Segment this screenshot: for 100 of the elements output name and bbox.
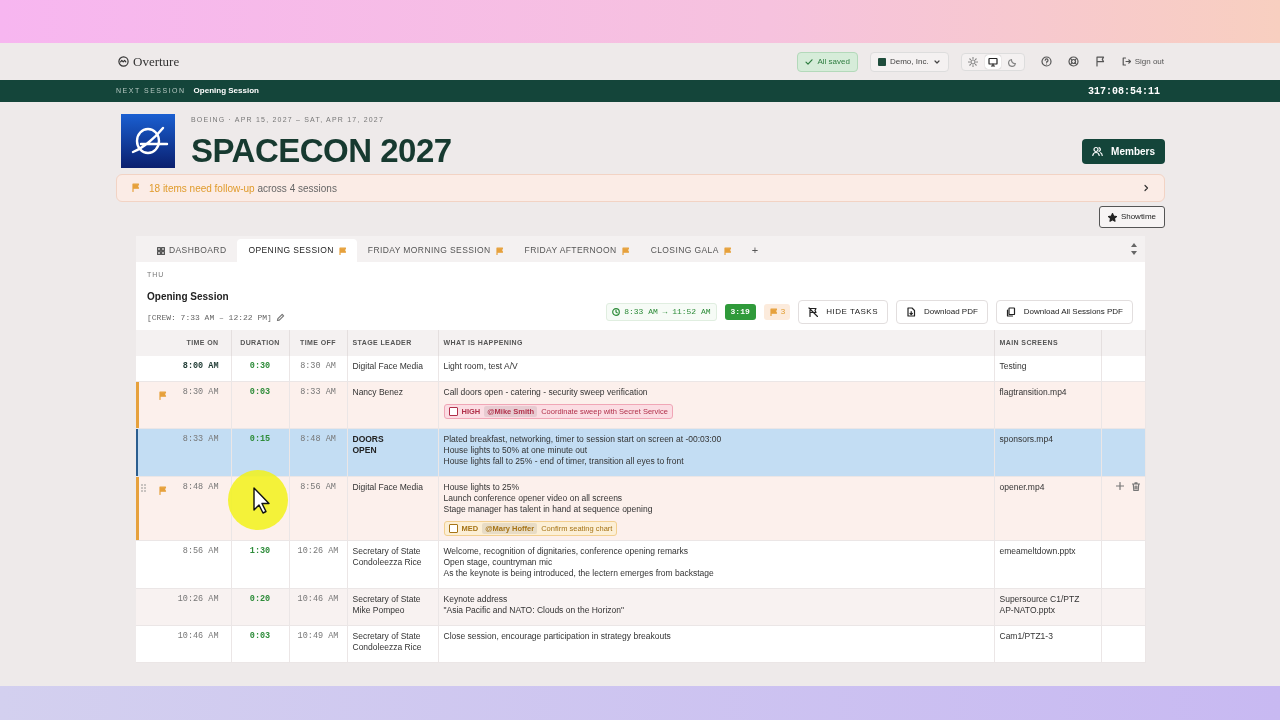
screen-file: flagtransition.mp4 <box>999 387 1068 398</box>
time-off: 10:46 AM <box>297 594 339 604</box>
logo-image <box>121 114 175 168</box>
sun-icon <box>967 56 978 67</box>
screen-file: Supersource C1/PTZ <box>999 594 1081 605</box>
stage-leader: Secretary of State <box>352 546 422 557</box>
stage-leader: Digital Face Media <box>352 361 424 372</box>
row-gutter[interactable]: 10:46 AM <box>136 625 231 663</box>
happening-text: Call doors open - catering - security sweep verification <box>443 387 649 398</box>
flag-icon[interactable] <box>1094 56 1106 67</box>
edit-icon[interactable] <box>275 313 285 322</box>
time-on: 8:33 AM <box>182 434 220 445</box>
cursor-icon <box>226 468 290 532</box>
happening-text: Light room, test A/V <box>443 361 519 372</box>
task-checkbox[interactable] <box>448 407 458 416</box>
next-session-name: Opening Session <box>193 85 259 97</box>
download-all-button[interactable]: Download All Sessions PDF <box>995 299 1133 324</box>
happening-text: "Asia Pacific and NATO: Clouds on the Horizon" <box>443 605 626 616</box>
duration: 0:30 <box>249 361 271 371</box>
task-checkbox[interactable] <box>448 524 458 533</box>
tab[interactable]: FRIDAY MORNING SESSION <box>356 239 514 262</box>
download-pdf-button[interactable]: Download PDF <box>896 299 988 324</box>
drag-handle-icon[interactable] <box>141 484 146 492</box>
duration: 0:20 <box>249 594 271 604</box>
happening-text: Launch conference opener video on all screens <box>443 493 624 504</box>
sign-out-button[interactable]: Sign out <box>1121 57 1164 66</box>
monitor-icon <box>987 56 998 67</box>
screen-file: Testing <box>999 361 1028 372</box>
time-off: 10:49 AM <box>297 631 339 641</box>
follow-up-banner[interactable]: 18 items need follow-up across 4 sessions <box>116 174 1165 202</box>
flag-icon <box>494 246 503 255</box>
session-name: Opening Session <box>147 289 230 304</box>
stage-leader: Condoleezza Rice <box>352 642 423 653</box>
happening-text: As the keynote is being introduced, the lectern emerges from backstage <box>443 568 715 579</box>
time-on: 8:30 AM <box>182 387 220 398</box>
happening-text: Welcome, recognition of dignitaries, conference opening remarks <box>443 546 690 557</box>
row-gutter[interactable]: 8:48 AM <box>136 476 231 541</box>
time-on: 8:48 AM <box>182 482 220 493</box>
flag-icon <box>337 246 346 255</box>
org-selector[interactable]: Demo, Inc. <box>869 51 949 72</box>
logo-icon <box>118 56 129 67</box>
hide-tasks-button[interactable]: HIDE TASKS <box>798 299 889 324</box>
flag-icon <box>131 183 141 193</box>
theme-button[interactable] <box>984 54 1001 69</box>
flag-icon <box>620 246 629 255</box>
follow-up-text: 18 items need follow-up across 4 sessions <box>149 181 337 196</box>
time-off: 8:56 AM <box>300 482 336 492</box>
time-on: 8:56 AM <box>182 546 220 557</box>
flag-off-icon <box>808 306 819 317</box>
row-gutter[interactable]: 8:30 AM <box>136 381 231 429</box>
moon-icon <box>1007 56 1018 67</box>
file-download-icon <box>906 306 917 317</box>
copy-icon <box>1005 306 1016 317</box>
plus-icon[interactable] <box>1115 482 1124 490</box>
stage-leader: Secretary of State <box>352 594 422 605</box>
time-off: 8:48 AM <box>300 434 336 444</box>
happening-text: Stage manager has talent in hand at sequence opening <box>443 504 654 515</box>
star-icon <box>1107 212 1117 222</box>
row-gutter[interactable]: 8:56 AM <box>136 540 231 589</box>
showtime-button[interactable]: Showtime <box>1098 206 1165 228</box>
trash-icon[interactable] <box>1131 482 1140 491</box>
screen-file: sponsors.mp4 <box>999 434 1054 445</box>
happening-text: Open stage, countryman mic <box>443 557 554 568</box>
duration: 0:03 <box>249 631 271 641</box>
support-icon[interactable] <box>1067 56 1079 67</box>
org-icon <box>877 57 886 66</box>
check-icon <box>805 57 814 66</box>
happening-text: House lights fall to 25% - end of timer, transition all eyes to front <box>443 456 685 467</box>
happening-text: House lights to 50% at one minute out <box>443 445 589 456</box>
stage-leader: Secretary of State <box>352 631 422 642</box>
time-off: 8:30 AM <box>300 361 336 371</box>
scroll-arrows-icon <box>1131 242 1137 256</box>
members-button[interactable]: Members <box>1082 139 1165 164</box>
tab[interactable]: FRIDAY AFTERNOON <box>513 239 640 262</box>
event-title: SPACECON 2027 <box>191 133 452 167</box>
tab[interactable]: CLOSING GALA <box>639 239 742 262</box>
crew-time: [CREW: 7:33 AM – 12:22 PM] <box>147 311 272 324</box>
stage-leader: Condoleezza Rice <box>352 557 423 568</box>
row-gutter[interactable]: 8:00 AM <box>136 356 231 382</box>
time-on: 8:00 AM <box>182 361 220 372</box>
tab[interactable]: DASHBOARD <box>146 239 238 262</box>
duration: 0:03 <box>249 387 271 397</box>
happening-text: Close session, encourage participation in strategy breakouts <box>443 631 672 642</box>
sign-out-icon <box>1121 57 1131 66</box>
flag-icon <box>158 391 167 401</box>
add-tab-button[interactable]: + <box>741 239 769 262</box>
tab[interactable]: OPENING SESSION <box>237 239 357 262</box>
stage-leader: Nancy Benez <box>352 387 405 398</box>
stage-leader: Digital Face Media <box>352 482 424 493</box>
screen-file: AP-NATO.pptx <box>999 605 1056 616</box>
people-icon <box>1092 146 1104 157</box>
screen-file: emeameltdown.pptx <box>999 546 1077 557</box>
time-on: 10:46 AM <box>177 631 220 642</box>
happening-text: Plated breakfast, networking, timer to session start on screen at -00:03:00 <box>443 434 723 445</box>
help-icon[interactable] <box>1040 56 1052 67</box>
row-gutter[interactable]: 10:26 AM <box>136 588 231 626</box>
flag-icon <box>158 486 167 496</box>
clock-icon <box>612 307 621 316</box>
time-on: 10:26 AM <box>177 594 220 605</box>
time-off: 8:33 AM <box>300 387 336 397</box>
